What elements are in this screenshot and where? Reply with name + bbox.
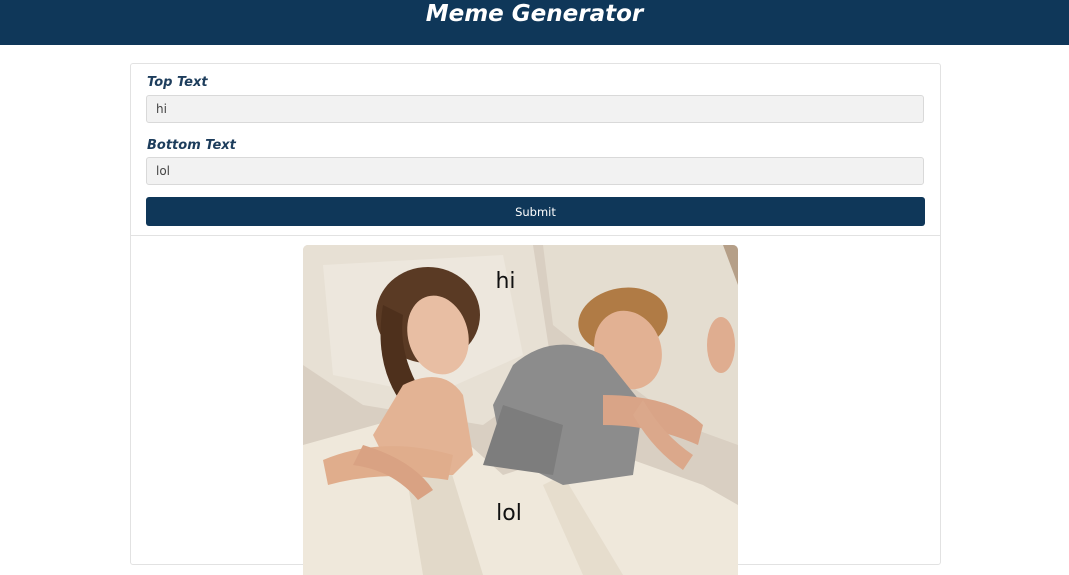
submit-button[interactable]: Submit (146, 197, 925, 226)
meme-image: hi lol (303, 245, 738, 575)
meme-card: Top Text Bottom Text Submit (130, 63, 941, 575)
app-header: Meme Generator (0, 0, 1069, 45)
page-title: Meme Generator (425, 1, 644, 27)
top-text-label: Top Text (147, 75, 208, 90)
bottom-text-label: Bottom Text (147, 138, 236, 153)
top-text-input[interactable] (146, 95, 924, 123)
bottom-text-input[interactable] (146, 157, 924, 185)
meme-top-text: hi (495, 269, 516, 294)
meme-bottom-text: lol (496, 501, 522, 526)
divider (131, 235, 940, 236)
